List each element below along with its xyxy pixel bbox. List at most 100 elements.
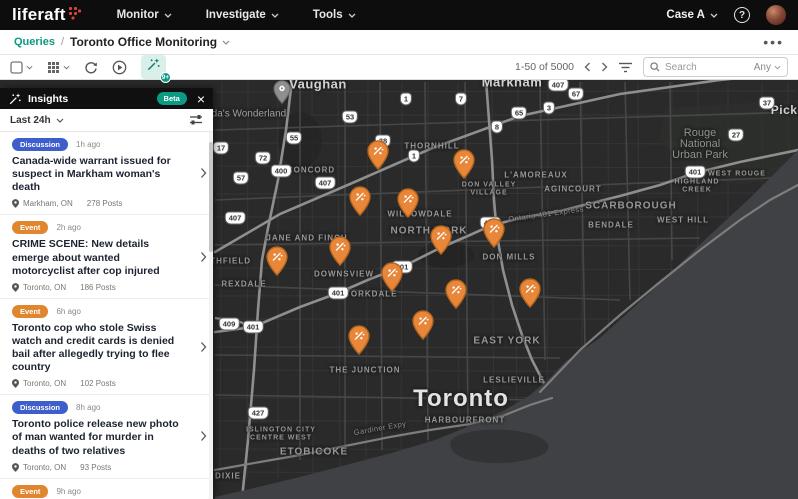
time-range-dropdown[interactable]: Last 24h bbox=[10, 115, 64, 126]
card-post-count: 186 Posts bbox=[80, 283, 116, 292]
highway-shield: 409 bbox=[220, 319, 239, 330]
insight-card[interactable]: Event 9h ago Whooping cough cases more t… bbox=[0, 479, 213, 499]
highway-shield: 7 bbox=[456, 94, 466, 105]
highway-shield: 407 bbox=[316, 178, 335, 189]
chevron-down-icon bbox=[348, 13, 356, 18]
insight-card[interactable]: Discussion 8h ago Toronto police release… bbox=[0, 395, 213, 478]
menu-monitor-label: Monitor bbox=[117, 9, 159, 21]
insight-map-pin[interactable] bbox=[367, 140, 389, 170]
card-location: Toronto, ON bbox=[23, 379, 66, 388]
highway-shield: 55 bbox=[287, 133, 301, 144]
card-timestamp: 1h ago bbox=[76, 140, 100, 149]
menu-monitor[interactable]: Monitor bbox=[117, 9, 172, 21]
insight-map-pin[interactable] bbox=[348, 325, 370, 355]
insight-map-pin[interactable] bbox=[349, 186, 371, 216]
insight-map-pin[interactable] bbox=[430, 225, 452, 255]
chevron-down-icon bbox=[710, 13, 718, 18]
menu-investigate[interactable]: Investigate bbox=[206, 9, 279, 21]
help-icon[interactable]: ? bbox=[734, 7, 750, 23]
close-icon[interactable]: × bbox=[197, 93, 205, 105]
insight-map-pin[interactable] bbox=[266, 246, 288, 276]
search-box: Any bbox=[643, 57, 788, 77]
insights-title: Insights bbox=[28, 93, 68, 105]
card-post-count: 278 Posts bbox=[87, 199, 123, 208]
insight-card[interactable]: Event 6h ago Toronto cop who stole Swiss… bbox=[0, 299, 213, 396]
card-post-count: 102 Posts bbox=[80, 379, 116, 388]
liferaft-logo[interactable]: liferaft bbox=[12, 5, 81, 25]
logo-text: liferaft bbox=[12, 5, 66, 25]
highway-shield: 400 bbox=[272, 166, 291, 177]
panel-scrollbar[interactable] bbox=[209, 132, 213, 499]
breadcrumb-queries-link[interactable]: Queries bbox=[14, 36, 55, 48]
insights-count-badge: 9+ bbox=[160, 72, 171, 83]
search-scope-dropdown[interactable]: Any bbox=[754, 62, 781, 73]
card-meta: Markham, ON 278 Posts bbox=[12, 199, 199, 208]
search-scope-value: Any bbox=[754, 62, 771, 73]
insights-filter-row: Last 24h bbox=[0, 109, 213, 132]
case-label: Case A bbox=[666, 9, 705, 21]
location-pin-icon bbox=[12, 379, 19, 388]
card-timestamp: 8h ago bbox=[76, 403, 100, 412]
insights-panel: Insights Beta × Last 24h Discussion 1h a… bbox=[0, 88, 213, 499]
insight-map-pin[interactable] bbox=[453, 149, 475, 179]
insights-settings-icon[interactable] bbox=[189, 114, 203, 126]
location-pin-icon bbox=[12, 283, 19, 292]
layout-grid-button[interactable] bbox=[47, 61, 70, 74]
chevron-down-icon bbox=[271, 13, 279, 18]
insights-header: Insights Beta × bbox=[0, 88, 213, 109]
location-pin-icon bbox=[12, 463, 19, 472]
chevron-right-icon[interactable] bbox=[200, 431, 207, 442]
highway-shield: 401 bbox=[329, 288, 348, 299]
insights-card-list: Discussion 1h ago Canada-wide warrant is… bbox=[0, 132, 213, 499]
chevron-right-icon[interactable] bbox=[200, 251, 207, 262]
play-button[interactable] bbox=[112, 60, 127, 75]
results-toolbar: 9+ 1-50 of 5000 Any bbox=[0, 55, 798, 80]
category-badge: Event bbox=[12, 485, 48, 498]
highway-shield: 427 bbox=[249, 408, 268, 419]
highway-shield: 407 bbox=[549, 80, 568, 91]
insight-card[interactable]: Event 2h ago CRIME SCENE: New details em… bbox=[0, 215, 213, 298]
breadcrumb-separator: / bbox=[61, 36, 64, 48]
more-options-icon[interactable]: ••• bbox=[763, 38, 784, 46]
time-range-value: Last 24h bbox=[10, 115, 51, 126]
insight-map-pin[interactable] bbox=[483, 218, 505, 248]
category-badge: Event bbox=[12, 221, 48, 234]
search-input[interactable] bbox=[665, 62, 735, 73]
scrollbar-thumb[interactable] bbox=[209, 142, 213, 252]
card-title: CRIME SCENE: New details emerge about wa… bbox=[12, 238, 182, 277]
highway-shield: 401 bbox=[244, 322, 263, 333]
category-badge: Discussion bbox=[12, 401, 68, 414]
insight-map-pin[interactable] bbox=[329, 236, 351, 266]
chevron-right-icon[interactable] bbox=[200, 341, 207, 352]
navbar-right: Case A ? bbox=[666, 5, 786, 25]
menu-investigate-label: Investigate bbox=[206, 9, 266, 21]
next-page-button[interactable] bbox=[601, 62, 608, 72]
refresh-icon[interactable] bbox=[84, 60, 98, 74]
highway-shield: 67 bbox=[569, 89, 583, 100]
select-all-checkbox[interactable] bbox=[10, 61, 33, 74]
magic-wand-icon bbox=[146, 57, 161, 72]
menu-tools-label: Tools bbox=[313, 9, 343, 21]
prev-page-button[interactable] bbox=[584, 62, 591, 72]
menu-tools[interactable]: Tools bbox=[313, 9, 356, 21]
insight-map-pin[interactable] bbox=[412, 310, 434, 340]
beta-badge: Beta bbox=[157, 92, 187, 105]
insights-wand-button[interactable]: 9+ bbox=[141, 55, 166, 79]
user-avatar[interactable] bbox=[766, 5, 786, 25]
insight-map-pin[interactable] bbox=[397, 188, 419, 218]
card-meta: Toronto, ON 186 Posts bbox=[12, 283, 199, 292]
insight-map-pin[interactable] bbox=[381, 262, 403, 292]
case-selector[interactable]: Case A bbox=[666, 9, 718, 21]
breadcrumb-current[interactable]: Toronto Office Monitoring bbox=[70, 35, 230, 49]
card-title: Canada-wide warrant issued for suspect i… bbox=[12, 155, 182, 194]
chevron-right-icon[interactable] bbox=[200, 168, 207, 179]
filter-icon[interactable] bbox=[618, 62, 633, 73]
chevron-down-icon bbox=[774, 65, 781, 70]
toolbar-right: 1-50 of 5000 Any bbox=[515, 57, 788, 77]
insight-map-pin[interactable] bbox=[445, 279, 467, 309]
insight-card[interactable]: Discussion 1h ago Canada-wide warrant is… bbox=[0, 132, 213, 215]
category-badge: Discussion bbox=[12, 138, 68, 151]
card-timestamp: 6h ago bbox=[56, 307, 80, 316]
highway-shield: 37 bbox=[760, 98, 774, 109]
insight-map-pin[interactable] bbox=[519, 278, 541, 308]
